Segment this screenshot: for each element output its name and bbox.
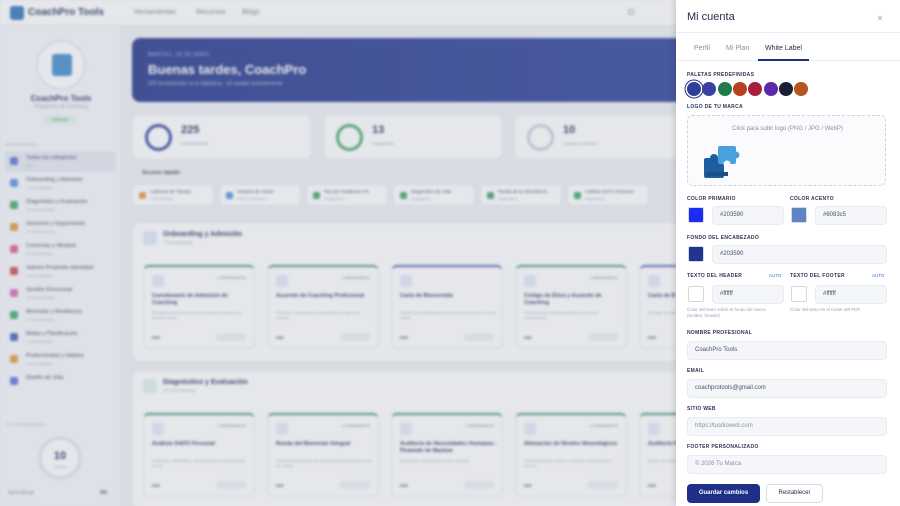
header-bg-color-input[interactable]: #203590 (712, 245, 887, 264)
custom-footer-input[interactable]: © 2026 Tu Marca (687, 455, 887, 474)
palette-swatch[interactable] (778, 82, 793, 96)
tab-perfil[interactable]: Perfil (694, 45, 710, 52)
palette-swatch[interactable] (732, 82, 747, 96)
accent-color-label: COLOR ACENTO (790, 196, 834, 202)
accent-color-picker[interactable] (791, 207, 807, 223)
close-icon[interactable]: × (872, 10, 888, 26)
palette-swatch[interactable] (748, 82, 763, 96)
logo-upload-zone[interactable]: Click para subir logo (PNG / JPG / WebP) (687, 115, 886, 186)
palette-swatch[interactable] (763, 82, 778, 96)
header-bg-color-picker[interactable] (688, 246, 704, 262)
save-button[interactable]: Guardar cambios (687, 484, 760, 503)
header-text-hint: Color del texto sobre el fondo de marca … (687, 307, 766, 318)
footer-text-hint: Color del texto en el footer del PDF (790, 307, 861, 312)
palette-swatch[interactable] (687, 82, 701, 96)
divider (676, 32, 900, 33)
website-input[interactable]: https://tusitioweb.com (687, 417, 887, 436)
palettes-label: PALETAS PREDEFINIDAS (687, 72, 755, 78)
email-input[interactable]: coachprotools@gmail.com (687, 379, 887, 398)
email-label: EMAIL (687, 368, 705, 374)
reset-button[interactable]: Restablecer (766, 484, 823, 503)
name-input[interactable]: CoachPro Tools (687, 341, 887, 360)
accent-color-input[interactable]: #6083c5 (815, 206, 887, 225)
footer-text-color-input[interactable]: #ffffff (815, 285, 887, 304)
active-tab-indicator (758, 59, 809, 61)
palette-swatch[interactable] (702, 82, 717, 96)
header-text-label: TEXTO DEL HEADER (687, 273, 743, 279)
primary-color-input[interactable]: #203590 (712, 206, 784, 225)
tab-mi-plan[interactable]: Mi Plan (726, 45, 749, 52)
primary-color-label: COLOR PRIMARIO (687, 196, 736, 202)
footer-text-auto-badge[interactable]: AUTO (872, 273, 884, 278)
website-label: SITIO WEB (687, 406, 716, 412)
footer-text-label: TEXTO DEL FOOTER (790, 273, 845, 279)
custom-footer-label: FOOTER PERSONALIZADO (687, 444, 759, 450)
header-text-auto-badge[interactable]: AUTO (769, 273, 781, 278)
footer-text-color-picker[interactable] (791, 286, 807, 302)
header-text-color-picker[interactable] (688, 286, 704, 302)
drawer-title: Mi cuenta (687, 11, 735, 23)
header-text-color-input[interactable]: #ffffff (712, 285, 784, 304)
name-label: NOMBRE PROFESIONAL (687, 330, 753, 336)
logo-label: LOGO DE TU MARCA (687, 104, 743, 110)
header-bg-label: FONDO DEL ENCABEZADO (687, 235, 760, 241)
palette-swatch[interactable] (794, 82, 809, 96)
palette-swatch[interactable] (717, 82, 732, 96)
account-drawer: Mi cuenta × Perfil Mi Plan White Label P… (676, 0, 900, 506)
upload-hint: Click para subir logo (PNG / JPG / WebP) (732, 126, 843, 132)
puzzle-logo-icon (704, 146, 740, 178)
primary-color-picker[interactable] (688, 207, 704, 223)
tab-white-label[interactable]: White Label (765, 45, 802, 52)
